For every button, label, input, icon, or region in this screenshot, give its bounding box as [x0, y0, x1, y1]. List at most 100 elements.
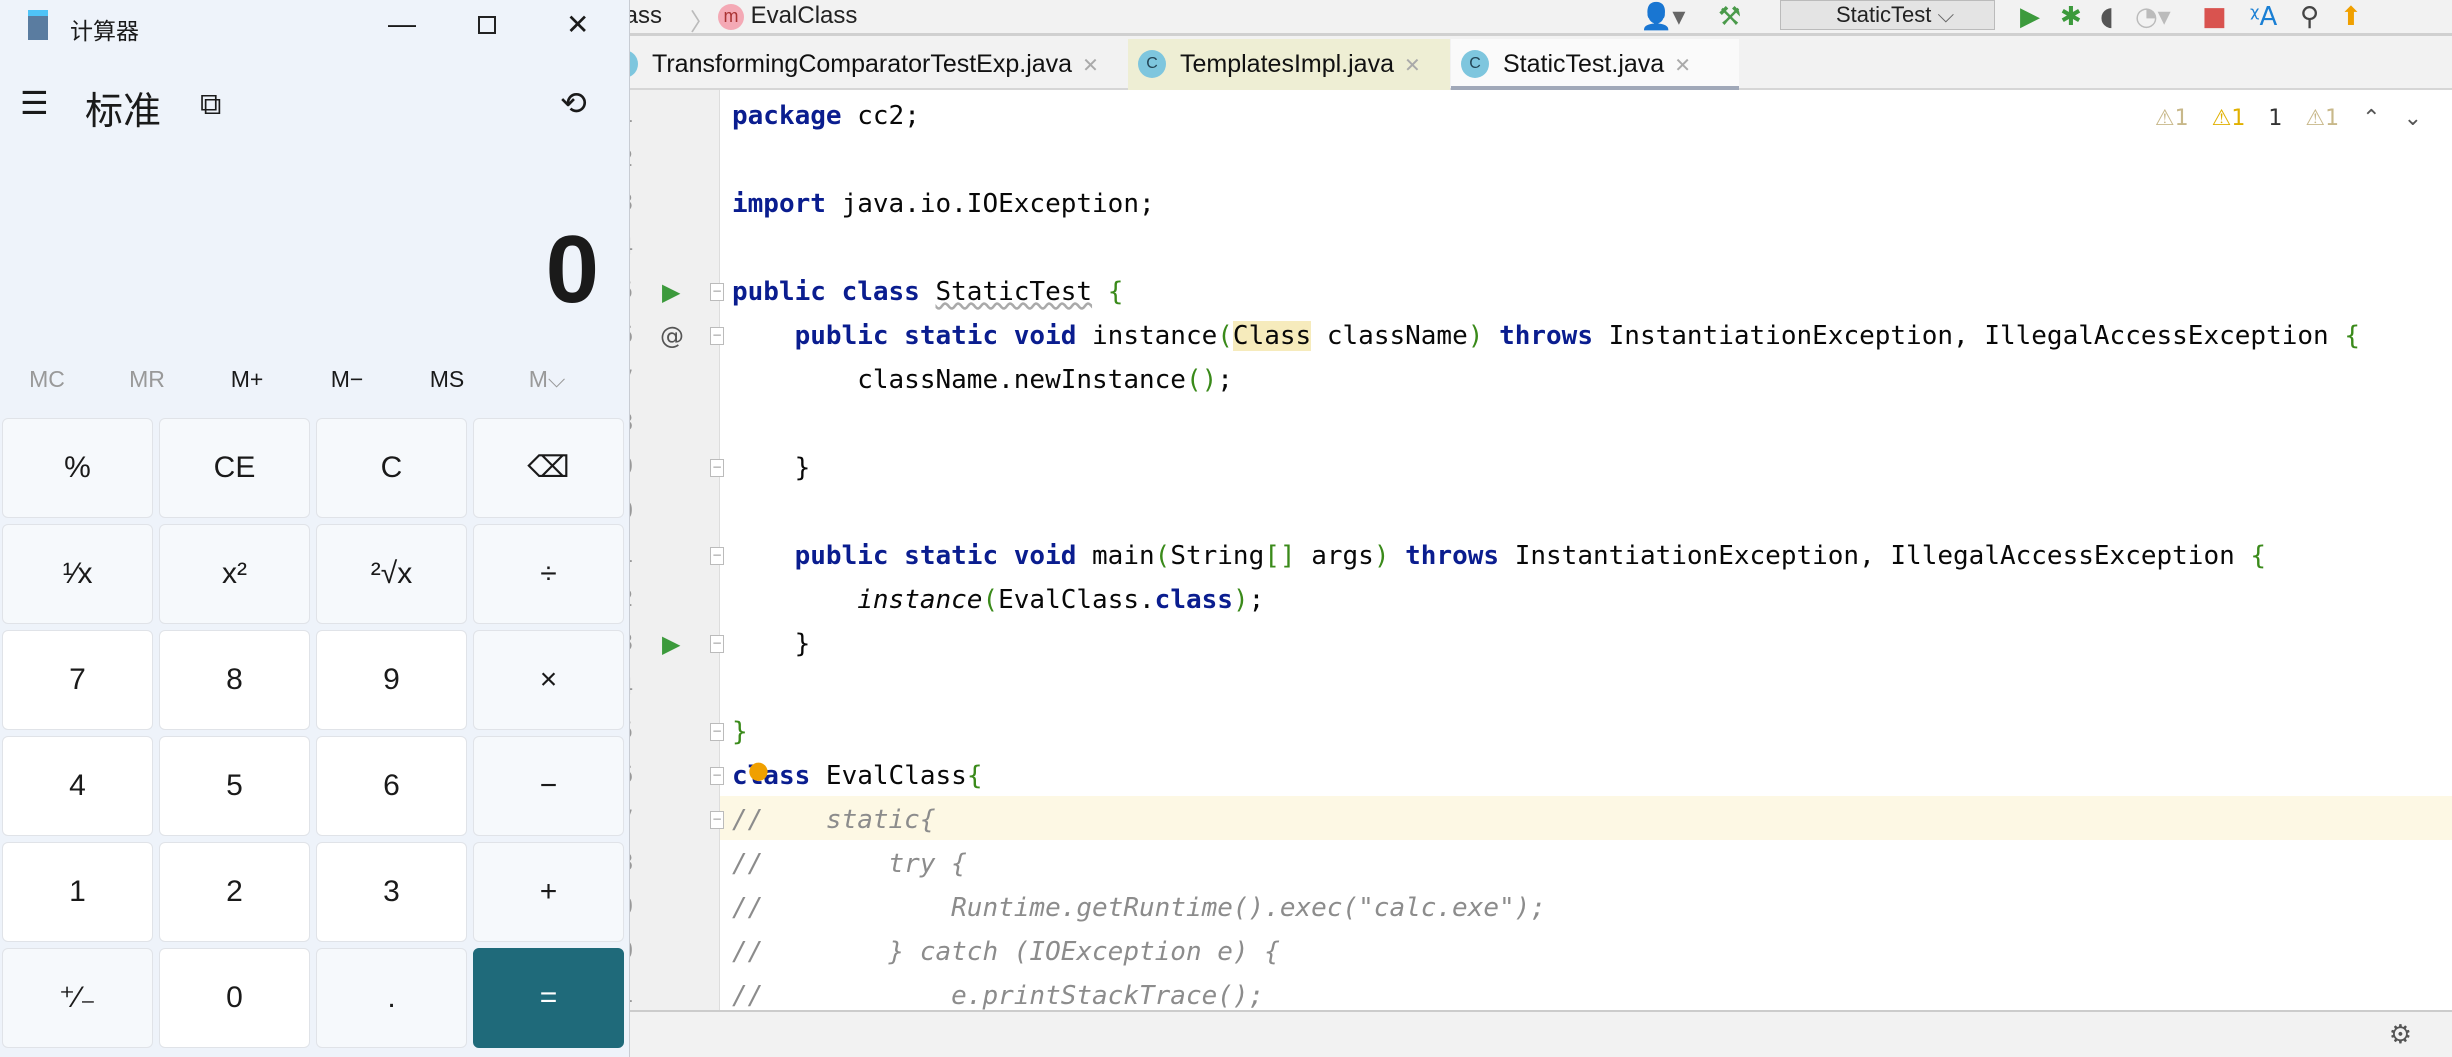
calc-key[interactable]: ÷ [473, 524, 624, 624]
build-hammer-icon[interactable]: ⚒ [1718, 2, 1741, 32]
code-token: instance [857, 585, 983, 615]
memory-button[interactable]: MC [0, 366, 97, 393]
close-button[interactable]: ✕ [566, 8, 589, 41]
close-tab-icon[interactable]: ✕ [1082, 55, 1099, 77]
warning-count[interactable]: ⚠1 [2212, 106, 2246, 131]
close-tab-icon[interactable]: ✕ [1674, 55, 1691, 77]
tab-statictest[interactable]: C StaticTest.java ✕ [1451, 39, 1739, 90]
code-token: String [1170, 541, 1265, 571]
code-line[interactable]: public static void instance(Class classN… [732, 314, 2360, 358]
memory-button[interactable]: MR [97, 366, 197, 393]
code-line[interactable]: } [732, 710, 748, 754]
fold-marker-icon[interactable]: − [710, 459, 724, 477]
calc-key[interactable]: − [473, 736, 624, 836]
run-gutter-icon[interactable]: ▶ [662, 270, 680, 314]
calc-key[interactable]: % [2, 418, 153, 518]
calc-key[interactable]: 6 [316, 736, 467, 836]
debug-icon[interactable]: ✱ [2060, 2, 2082, 32]
code-line[interactable]: public static void main(String[] args) t… [732, 534, 2266, 578]
code-line[interactable]: // Runtime.getRuntime().exec("calc.exe")… [732, 886, 1546, 930]
code-line[interactable]: // static{ [732, 798, 936, 842]
calc-key[interactable]: 7 [2, 630, 153, 730]
calc-key[interactable]: ⌫ [473, 418, 624, 518]
code-token: java.io.IOException; [825, 189, 1155, 219]
memory-button[interactable]: M+ [197, 366, 297, 393]
profile-icon[interactable]: ◔▾ [2135, 2, 2171, 32]
breadcrumb-item[interactable]: m EvalClass [718, 2, 857, 30]
run-icon[interactable]: ▶ [2020, 2, 2040, 32]
window-title: 计算器 [70, 18, 139, 44]
tab-templatesimpl[interactable]: C TemplatesImpl.java ✕ [1128, 39, 1450, 90]
calc-key[interactable]: 5 [159, 736, 310, 836]
hamburger-menu-icon[interactable]: ☰ [20, 84, 49, 122]
code-line[interactable]: className.newInstance(); [732, 358, 1233, 402]
user-icon[interactable]: 👤▾ [1640, 2, 1685, 32]
code-line[interactable]: import java.io.IOException; [732, 182, 1155, 226]
code-editor[interactable]: 123456789012345678901 package cc2;import… [600, 90, 2452, 1011]
fold-marker-icon[interactable]: − [710, 283, 724, 301]
history-icon[interactable]: ⟲ [560, 84, 587, 122]
settings-gear-icon[interactable]: ⚙ [2389, 1020, 2412, 1050]
calc-key[interactable]: × [473, 630, 624, 730]
run-gutter-icon[interactable]: ▶ [662, 622, 680, 666]
calc-key[interactable]: 0 [159, 948, 310, 1048]
warning-count[interactable]: ⚠1 [2155, 106, 2189, 131]
close-tab-icon[interactable]: ✕ [1404, 55, 1421, 77]
calc-key[interactable]: 2 [159, 842, 310, 942]
memory-button[interactable]: M− [297, 366, 397, 393]
calc-key[interactable]: CE [159, 418, 310, 518]
fold-marker-icon[interactable]: − [710, 811, 724, 829]
navigation-toolbar: Class 〉 m EvalClass 👤▾ ⚒ StaticTest ⌵ ▶ … [600, 0, 2452, 36]
code-line[interactable]: package cc2; [732, 94, 920, 138]
lightbulb-icon[interactable]: ● [748, 748, 769, 792]
previous-highlight-icon[interactable]: ⌃ [2362, 106, 2380, 131]
keep-on-top-icon[interactable]: ⧉ [200, 88, 221, 122]
code-token: EvalClass [810, 761, 967, 791]
search-icon[interactable]: ⚲ [2300, 2, 2319, 32]
calc-key[interactable]: ¹⁄x [2, 524, 153, 624]
calc-key[interactable]: 3 [316, 842, 467, 942]
fold-marker-icon[interactable]: − [710, 723, 724, 741]
maximize-button[interactable] [478, 16, 496, 34]
calc-key[interactable]: 9 [316, 630, 467, 730]
code-line[interactable]: instance(EvalClass.class); [732, 578, 1264, 622]
calc-key[interactable]: 8 [159, 630, 310, 730]
run-configuration-select[interactable]: StaticTest ⌵ [1780, 0, 1995, 30]
code-token: StaticTest [935, 277, 1093, 307]
code-line[interactable]: } [732, 446, 811, 490]
calc-key[interactable]: 1 [2, 842, 153, 942]
fold-marker-icon[interactable]: − [710, 767, 724, 785]
update-icon[interactable]: ⬆ [2340, 2, 2362, 32]
calc-key[interactable]: = [473, 948, 624, 1048]
code-line[interactable]: } [732, 622, 811, 666]
code-line[interactable]: // try { [732, 842, 967, 886]
reader-mode-count[interactable]: 1 [2268, 106, 2282, 131]
fold-marker-icon[interactable]: − [710, 327, 724, 345]
inspection-widget[interactable]: ⚠1 ⚠1 1 ⚠1 ⌃ ⌄ [2139, 106, 2422, 131]
weak-warning-count[interactable]: ⚠1 [2305, 106, 2339, 131]
minimize-button[interactable]: — [388, 8, 416, 40]
translate-icon[interactable]: ᵡA [2250, 2, 2277, 32]
fold-marker-icon[interactable]: − [710, 547, 724, 565]
code-token: { [2344, 321, 2360, 351]
calc-key[interactable]: 4 [2, 736, 153, 836]
memory-button[interactable]: M⌵ [497, 366, 597, 393]
memory-button[interactable]: MS [397, 366, 497, 393]
next-highlight-icon[interactable]: ⌄ [2404, 106, 2422, 131]
stop-icon[interactable]: ■ [2202, 2, 2227, 32]
calc-key[interactable]: + [473, 842, 624, 942]
code-token: Class [1232, 321, 1312, 351]
override-gutter-icon[interactable]: @ [660, 314, 684, 358]
code-line[interactable]: // } catch (IOException e) { [732, 930, 1280, 974]
code-line[interactable]: public class StaticTest { [732, 270, 1123, 314]
code-line[interactable]: class EvalClass{ [732, 754, 982, 798]
calc-key[interactable]: . [316, 948, 467, 1048]
calc-key[interactable]: C [316, 418, 467, 518]
tab-transformingcomparatortestexp[interactable]: CTransformingComparatorTestExp.java✕ [600, 39, 1125, 90]
fold-marker-icon[interactable]: − [710, 635, 724, 653]
calc-key[interactable]: ²√x [316, 524, 467, 624]
coverage-icon[interactable]: ◖ [2100, 2, 2114, 32]
calc-key[interactable]: x² [159, 524, 310, 624]
calc-key[interactable]: ⁺⁄₋ [2, 948, 153, 1048]
